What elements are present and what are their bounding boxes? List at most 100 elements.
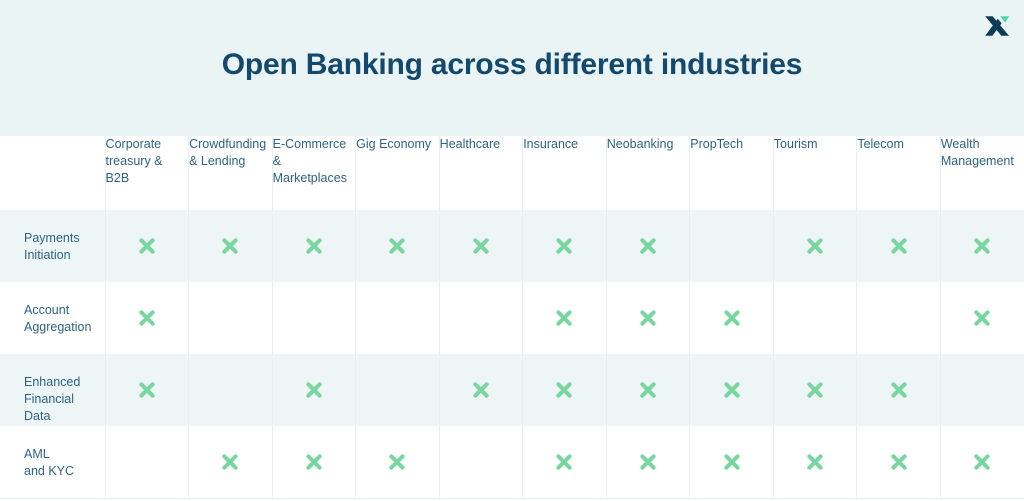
x-mark-icon xyxy=(470,235,492,257)
matrix-cell-checked xyxy=(856,210,941,282)
column-header: E-Commerce & Marketplaces xyxy=(271,136,356,210)
header-row: Corporate treasury & B2B Crowdfunding & L… xyxy=(0,136,1024,210)
page-root: Open Banking across different industries… xyxy=(0,0,1024,501)
matrix-cell-checked xyxy=(605,426,690,498)
table-header: Corporate treasury & B2B Crowdfunding & L… xyxy=(0,136,1024,210)
x-mark-icon xyxy=(971,451,993,473)
x-mark-icon xyxy=(553,307,575,329)
matrix-cell-checked xyxy=(689,282,774,354)
x-mark-icon xyxy=(303,379,325,401)
x-mark-icon xyxy=(136,307,158,329)
x-mark-icon xyxy=(637,307,659,329)
matrix-cell-checked xyxy=(772,210,857,282)
x-mark-icon xyxy=(888,451,910,473)
matrix-cell-checked xyxy=(605,282,690,354)
x-mark-icon xyxy=(219,235,241,257)
column-header: Neobanking xyxy=(605,136,690,210)
matrix-cell-empty xyxy=(772,282,857,354)
x-logo xyxy=(984,14,1010,38)
matrix-cell-empty xyxy=(438,426,523,498)
x-mark-icon xyxy=(553,451,575,473)
x-mark-icon xyxy=(553,379,575,401)
table-row: Enhanced Financial Data xyxy=(0,354,1024,426)
matrix-cell-checked xyxy=(271,426,356,498)
x-mark-icon xyxy=(721,451,743,473)
table-body: Payments Initiation Account Aggregation En… xyxy=(0,210,1024,498)
row-label: Payments Initiation xyxy=(0,210,106,282)
x-mark-icon xyxy=(637,235,659,257)
x-mark-icon xyxy=(637,451,659,473)
industry-matrix-table: Corporate treasury & B2B Crowdfunding & L… xyxy=(0,136,1024,498)
column-header: Telecom xyxy=(856,136,941,210)
matrix-cell-checked xyxy=(939,210,1024,282)
matrix-cell-checked xyxy=(355,426,440,498)
x-mark-icon xyxy=(219,451,241,473)
matrix-cell-checked xyxy=(522,426,607,498)
matrix-cell-checked xyxy=(188,426,273,498)
matrix-cell-checked xyxy=(856,426,941,498)
row-label: Account Aggregation xyxy=(0,282,106,354)
x-mark-icon xyxy=(637,379,659,401)
matrix-cell-checked xyxy=(355,210,440,282)
matrix-cell-checked xyxy=(522,210,607,282)
matrix-cell-checked xyxy=(104,354,189,426)
matrix-cell-checked xyxy=(104,210,189,282)
matrix-cell-checked xyxy=(522,282,607,354)
matrix-cell-empty xyxy=(355,354,440,426)
column-header: Wealth Management xyxy=(939,136,1024,210)
x-mark-icon xyxy=(888,379,910,401)
matrix-cell-checked xyxy=(271,210,356,282)
column-header: Healthcare xyxy=(438,136,523,210)
matrix-cell-checked xyxy=(772,354,857,426)
matrix-cell-empty xyxy=(689,210,774,282)
matrix-cell-empty xyxy=(939,354,1024,426)
matrix-cell-checked xyxy=(605,354,690,426)
column-header: Corporate treasury & B2B xyxy=(104,136,189,210)
x-mark-icon xyxy=(971,307,993,329)
column-header: PropTech xyxy=(689,136,774,210)
matrix-cell-checked xyxy=(939,282,1024,354)
x-mark-icon xyxy=(303,235,325,257)
header-banner: Open Banking across different industries xyxy=(0,0,1024,136)
table-row: Payments Initiation xyxy=(0,210,1024,282)
matrix-cell-empty xyxy=(188,282,273,354)
x-mark-icon xyxy=(553,235,575,257)
matrix-cell-empty xyxy=(856,282,941,354)
matrix-cell-checked xyxy=(689,354,774,426)
matrix-cell-checked xyxy=(188,210,273,282)
x-mark-icon xyxy=(386,235,408,257)
row-label: AML and KYC xyxy=(0,426,106,498)
matrix-cell-checked xyxy=(271,354,356,426)
matrix-cell-checked xyxy=(438,210,523,282)
matrix-cell-empty xyxy=(438,282,523,354)
table-row: Account Aggregation xyxy=(0,282,1024,354)
x-mark-icon xyxy=(303,451,325,473)
matrix-cell-checked xyxy=(104,282,189,354)
table-bottom-rule xyxy=(0,498,1024,499)
x-mark-icon xyxy=(971,235,993,257)
matrix-cell-checked xyxy=(438,354,523,426)
column-header: Insurance xyxy=(522,136,607,210)
x-mark-icon xyxy=(804,235,826,257)
x-mark-icon xyxy=(804,379,826,401)
page-title: Open Banking across different industries xyxy=(221,48,803,81)
column-header: Gig Economy xyxy=(355,136,440,210)
matrix-cell-checked xyxy=(522,354,607,426)
x-mark-icon xyxy=(721,379,743,401)
x-mark-icon xyxy=(804,451,826,473)
table-corner-cell xyxy=(0,136,106,210)
x-mark-icon xyxy=(470,379,492,401)
matrix-cell-empty xyxy=(188,354,273,426)
x-mark-icon xyxy=(888,235,910,257)
matrix-cell-checked xyxy=(689,426,774,498)
table-row: AML and KYC xyxy=(0,426,1024,498)
x-mark-icon xyxy=(136,235,158,257)
matrix-cell-checked xyxy=(939,426,1024,498)
x-mark-icon xyxy=(386,451,408,473)
column-header: Crowdfunding & Lending xyxy=(188,136,273,210)
column-header: Tourism xyxy=(772,136,857,210)
matrix-cell-checked xyxy=(772,426,857,498)
matrix-cell-checked xyxy=(605,210,690,282)
row-label: Enhanced Financial Data xyxy=(0,354,106,426)
x-mark-icon xyxy=(721,307,743,329)
